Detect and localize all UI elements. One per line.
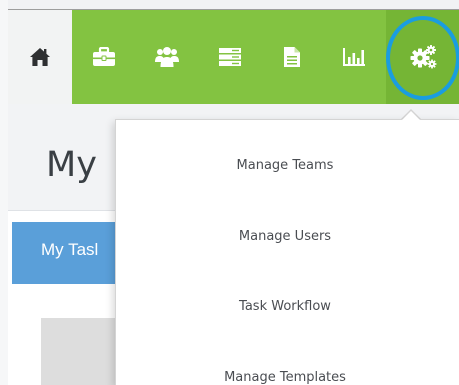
server-icon: [219, 48, 241, 66]
page-title: My: [46, 145, 97, 185]
top-strip: [0, 0, 459, 9]
main-navbar: [8, 9, 459, 104]
briefcase-icon: [93, 47, 115, 66]
left-edge: [0, 0, 8, 385]
nav-item-home[interactable]: [8, 10, 72, 104]
document-icon: [284, 47, 300, 67]
nav-item-settings[interactable]: [386, 10, 459, 104]
nav-item-projects[interactable]: [72, 10, 136, 104]
dropdown-caret-fill: [401, 111, 421, 121]
menu-item-manage-templates[interactable]: Manage Templates: [115, 359, 455, 385]
menu-item-manage-users[interactable]: Manage Users: [115, 218, 455, 254]
my-tasks-tab-label: My Tasl: [41, 240, 99, 259]
nav-item-servers[interactable]: [198, 10, 262, 104]
nav-item-team[interactable]: [136, 10, 198, 104]
menu-item-manage-teams[interactable]: Manage Teams: [115, 147, 455, 183]
menu-item-task-workflow[interactable]: Task Workflow: [115, 288, 455, 324]
team-icon: [155, 47, 179, 67]
nav-item-documents[interactable]: [262, 10, 322, 104]
nav-item-reports[interactable]: [322, 10, 386, 104]
app-window: My My Tasl Manage Teams Manage Users Tas…: [0, 0, 459, 385]
bar-chart-icon: [343, 48, 365, 66]
gears-icon: [410, 45, 436, 69]
home-icon: [30, 48, 50, 66]
